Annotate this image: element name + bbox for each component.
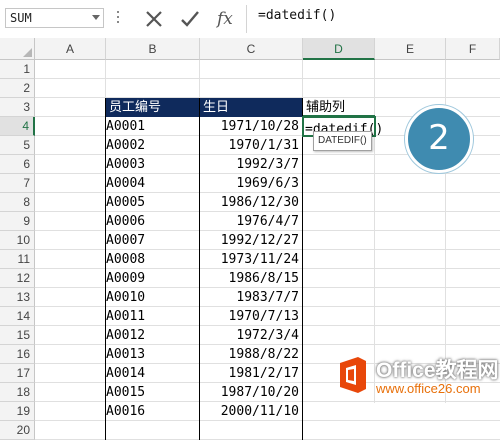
svg-text:fx: fx [215,9,233,29]
row-header-9[interactable]: 9 [0,212,35,231]
table-border-left [105,98,106,440]
row-header-15[interactable]: 15 [0,326,35,345]
cell-employee-id[interactable]: A0012 [106,326,199,345]
header-employee-id[interactable]: 员工编号 [106,98,199,117]
row-header-18[interactable]: 18 [0,383,35,402]
cell-employee-id[interactable]: A0014 [106,364,199,383]
row-header-2[interactable]: 2 [0,79,35,98]
watermark-title: Office教程网 [376,359,499,382]
select-all-corner[interactable] [0,38,35,60]
header-birthday[interactable]: 生日 [200,98,302,117]
spreadsheet-grid: A B C D E F 1 2 3 4 5 6 7 8 9 10 11 12 13 14 15 16 17 18 19 20 员工编… [0,38,500,440]
cell-employee-id[interactable]: A0005 [106,193,199,212]
row-header-4[interactable]: 4 [0,117,35,136]
cancel-icon[interactable] [140,5,168,33]
table-border-mid [199,98,200,440]
watermark-logo: Office教程网 www.office26.com [336,351,500,403]
cell-employee-id[interactable]: A0008 [106,250,199,269]
row-header-11[interactable]: 11 [0,250,35,269]
function-tooltip: DATEDIF() [313,131,372,151]
row-header-6[interactable]: 6 [0,155,35,174]
cell-birthday[interactable]: 1970/7/13 [200,307,302,326]
row-header-20[interactable]: 20 [0,421,35,440]
cell-employee-id[interactable]: A0013 [106,345,199,364]
cell-employee-id[interactable]: A0004 [106,174,199,193]
row-header-14[interactable]: 14 [0,307,35,326]
cell-employee-id[interactable]: A0010 [106,288,199,307]
row-header-5[interactable]: 5 [0,136,35,155]
cell-birthday[interactable]: 1976/4/7 [200,212,302,231]
cell-birthday[interactable]: 1972/3/4 [200,326,302,345]
cell-birthday[interactable]: 1986/8/15 [200,269,302,288]
cell-birthday[interactable]: 1970/1/31 [200,136,302,155]
cell-birthday[interactable]: 1987/10/20 [200,383,302,402]
cell-employee-id[interactable]: A0001 [106,117,199,136]
enter-checkmark-icon[interactable] [176,5,204,33]
column-header-e[interactable]: E [375,38,446,60]
row-header-10[interactable]: 10 [0,231,35,250]
row-header-16[interactable]: 16 [0,345,35,364]
gridline-horizontal [35,78,500,79]
cell-employee-id[interactable]: A0007 [106,231,199,250]
row-header-13[interactable]: 13 [0,288,35,307]
formula-bar: SUM fx =datedif() [0,0,500,39]
cell-employee-id[interactable]: A0003 [106,155,199,174]
insert-function-icon[interactable]: fx [214,5,242,33]
row-header-1[interactable]: 1 [0,60,35,79]
cell-employee-id[interactable]: A0002 [106,136,199,155]
chevron-down-icon[interactable] [92,15,100,20]
cell-birthday[interactable]: 1971/10/28 [200,117,302,136]
cell-birthday[interactable]: 2000/11/10 [200,402,302,421]
table-border-right [302,98,303,440]
formula-input[interactable]: =datedif() [258,8,336,23]
row-header-8[interactable]: 8 [0,193,35,212]
row-header-17[interactable]: 17 [0,364,35,383]
column-header-f[interactable]: F [446,38,500,60]
watermark-url: www.office26.com [376,381,481,396]
cell-employee-id[interactable]: A0009 [106,269,199,288]
cell-birthday[interactable]: 1986/12/30 [200,193,302,212]
office-logo-icon [340,357,366,393]
row-header-3[interactable]: 3 [0,98,35,117]
row-header-12[interactable]: 12 [0,269,35,288]
cell-birthday[interactable]: 1969/6/3 [200,174,302,193]
column-header-c[interactable]: C [200,38,303,60]
step-number-badge: 2 [405,105,473,173]
cell-birthday[interactable]: 1981/2/17 [200,364,302,383]
name-box[interactable]: SUM [5,8,104,28]
cell-birthday[interactable]: 1983/7/7 [200,288,302,307]
cell-birthday[interactable]: 1992/12/27 [200,231,302,250]
name-box-value: SUM [10,11,32,25]
column-header-b[interactable]: B [106,38,200,60]
cell-birthday[interactable]: 1992/3/7 [200,155,302,174]
drag-handle-icon[interactable] [117,11,120,25]
row-header-7[interactable]: 7 [0,174,35,193]
cell-birthday[interactable]: 1973/11/24 [200,250,302,269]
column-header-a[interactable]: A [35,38,106,60]
cell-employee-id[interactable]: A0015 [106,383,199,402]
row-header-19[interactable]: 19 [0,402,35,421]
cell-birthday[interactable]: 1988/8/22 [200,345,302,364]
column-header-d[interactable]: D [303,38,375,60]
cell-employee-id[interactable]: A0016 [106,402,199,421]
cell-employee-id[interactable]: A0011 [106,307,199,326]
cell-employee-id[interactable]: A0006 [106,212,199,231]
